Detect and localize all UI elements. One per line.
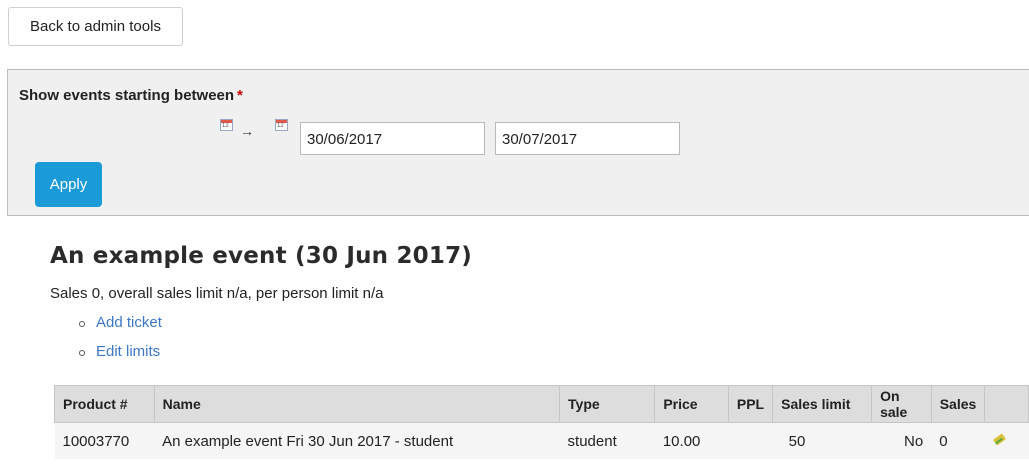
- event-title: An example event (30 Jun 2017): [50, 243, 472, 269]
- col-sales[interactable]: Sales: [930, 385, 986, 423]
- product-ppl: [728, 422, 773, 459]
- col-sales-limit[interactable]: Sales limit: [772, 385, 873, 423]
- event-date-filter: Show events starting between* → 30/06/20…: [7, 69, 1029, 216]
- required-marker: *: [237, 87, 243, 104]
- add-ticket-link[interactable]: Add ticket: [76, 313, 162, 342]
- edit-icon[interactable]: [993, 434, 1005, 446]
- col-actions: [984, 385, 1029, 423]
- products-table: Product # Name Type Price PPL Sales limi…: [54, 385, 1029, 459]
- product-type: student: [559, 422, 655, 459]
- product-name-link[interactable]: An example event Fri 30 Jun 2017 - stude…: [154, 422, 560, 459]
- product-sales: 0: [931, 422, 985, 459]
- back-to-admin-tools-button[interactable]: Back to admin tools: [8, 7, 183, 46]
- event-actions-list: Add ticket Edit limits: [76, 313, 162, 371]
- product-number-link[interactable]: 10003770: [54, 422, 155, 459]
- end-date-input[interactable]: 30/07/2017: [495, 122, 680, 155]
- col-ppl[interactable]: PPL: [727, 385, 774, 423]
- col-on-sale[interactable]: On sale: [871, 385, 932, 423]
- product-on-sale: No: [871, 422, 932, 459]
- product-price: 10.00: [654, 422, 729, 459]
- filter-label-text: Show events starting between: [19, 87, 235, 104]
- range-arrow: →: [240, 123, 254, 139]
- edit-limits-link[interactable]: Edit limits: [76, 342, 162, 371]
- filter-label: Show events starting between *: [19, 87, 243, 104]
- start-date-input[interactable]: 30/06/2017: [300, 122, 485, 155]
- col-price[interactable]: Price: [654, 385, 729, 423]
- col-product-number[interactable]: Product #: [54, 385, 155, 423]
- product-actions: [984, 422, 1029, 459]
- table-row: 10003770 An example event Fri 30 Jun 201…: [54, 422, 1029, 459]
- product-sales-limit: 50: [772, 422, 872, 459]
- col-type[interactable]: Type: [559, 385, 656, 423]
- sales-summary: Sales 0, overall sales limit n/a, per pe…: [50, 285, 384, 302]
- apply-button[interactable]: Apply: [35, 162, 102, 207]
- end-calendar-icon[interactable]: [275, 119, 288, 131]
- table-header-row: Product # Name Type Price PPL Sales limi…: [54, 385, 1029, 423]
- col-name[interactable]: Name: [153, 385, 561, 423]
- start-calendar-icon[interactable]: [220, 119, 233, 131]
